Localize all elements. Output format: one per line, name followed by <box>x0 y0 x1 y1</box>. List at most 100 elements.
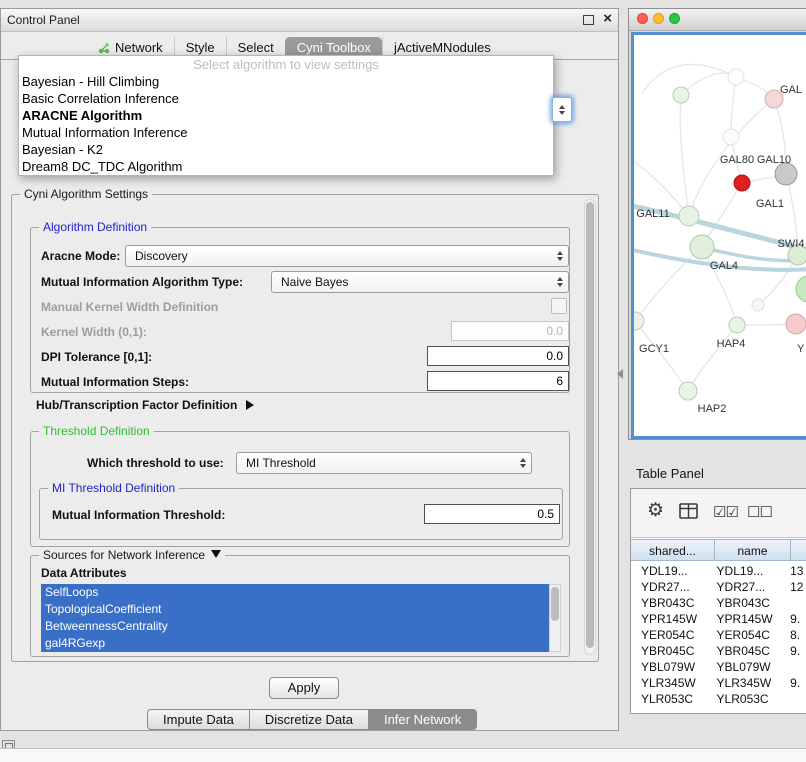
algorithm-combobox-button[interactable] <box>552 97 572 122</box>
bottom-tab-impute-data[interactable]: Impute Data <box>147 709 250 730</box>
aracne-mode-select[interactable]: Discovery <box>125 245 569 267</box>
graph-label-gal80[interactable]: GAL80 <box>720 154 754 166</box>
graph-node-hap4[interactable] <box>729 317 745 333</box>
dropdown-item-bayesian-hill-climbing[interactable]: Bayesian - Hill Climbing <box>19 73 553 90</box>
dropdown-item-bayesian-k2[interactable]: Bayesian - K2 <box>19 141 553 158</box>
graph-label-hap2[interactable]: HAP2 <box>698 403 727 415</box>
mi-steps-input[interactable] <box>427 371 569 391</box>
sources-group: Sources for Network Inference Data Attri… <box>30 555 570 657</box>
dropdown-placeholder: Select algorithm to view settings <box>19 56 553 73</box>
table-row[interactable]: YBR045CYBR045C9. <box>631 643 806 659</box>
graph-node-red[interactable] <box>734 175 750 191</box>
network-window-titlebar[interactable] <box>629 9 806 31</box>
network-canvas[interactable]: GAL GAL80 GAL10 GAL11 GAL1 SWI4 GAL4 GCY… <box>631 32 806 439</box>
graph-label-swi4[interactable]: SWI4 <box>778 238 805 250</box>
graph-node-hap2[interactable] <box>679 382 697 400</box>
apply-button[interactable]: Apply <box>269 677 339 699</box>
dropdown-item-dream8[interactable]: Dream8 DC_TDC Algorithm <box>19 158 553 175</box>
cell-name: YDR27... <box>715 579 791 595</box>
algorithm-definition-group: Algorithm Definition Aracne Mode: Discov… <box>30 227 570 393</box>
cell-name: YBR043C <box>715 595 791 611</box>
graph-node-unlabeled[interactable] <box>728 69 744 85</box>
graph-label-gal[interactable]: GAL <box>780 84 802 96</box>
mac-zoom-button[interactable] <box>669 13 680 24</box>
graph-node-gal4[interactable] <box>690 235 714 259</box>
attribute-list-scrollbar-thumb[interactable] <box>551 587 559 621</box>
dropdown-item-basic-correlation[interactable]: Basic Correlation Inference <box>19 90 553 107</box>
table-row[interactable]: YBL079WYBL079W <box>631 659 806 675</box>
cell-shared-name: YLR053C <box>631 691 715 707</box>
graph-node-unlabeled[interactable] <box>796 276 806 302</box>
dropdown-item-aracne[interactable]: ARACNE Algorithm <box>19 107 553 124</box>
column-header-cut[interactable] <box>791 539 806 561</box>
manual-kernel-checkbox[interactable] <box>551 298 567 314</box>
table-row[interactable]: YDL19...YDL19...13 <box>631 563 806 579</box>
graph-label-gal11[interactable]: GAL11 <box>636 208 669 220</box>
cell-name: YPR145W <box>715 611 791 627</box>
cell-name: YLR053C <box>715 691 791 707</box>
attribute-item-topologicalcoefficient[interactable]: TopologicalCoefficient <box>41 601 549 618</box>
graph-node-pink[interactable] <box>786 314 806 334</box>
column-header-shared-name[interactable]: shared... <box>631 539 715 561</box>
algorithm-dropdown-popup: Select algorithm to view settings Bayesi… <box>18 55 554 176</box>
deselect-all-icon[interactable]: ☐☐ <box>747 503 772 521</box>
mi-type-select[interactable]: Naive Bayes <box>271 271 569 293</box>
bottom-tab-infer-network[interactable]: Infer Network <box>369 709 477 730</box>
graph-node-gal10[interactable] <box>775 163 797 185</box>
close-icon[interactable]: × <box>603 10 612 27</box>
sources-toggle[interactable]: Sources for Network Inference <box>39 548 225 562</box>
which-threshold-select[interactable]: MI Threshold <box>236 452 532 474</box>
columns-icon[interactable] <box>679 503 698 524</box>
table-panel-tab[interactable]: Table Panel <box>636 466 704 481</box>
dropdown-item-mutual-information[interactable]: Mutual Information Inference <box>19 124 553 141</box>
graph-label-hap4[interactable]: HAP4 <box>717 338 746 350</box>
attribute-item-betweennesscentrality[interactable]: BetweennessCentrality <box>41 618 549 635</box>
table-row[interactable]: YLR345WYLR345W9. <box>631 675 806 691</box>
attribute-item-gal4rgexp[interactable]: gal4RGexp <box>41 635 549 652</box>
table-row[interactable]: YLR053CYLR053C <box>631 691 806 707</box>
table-row[interactable]: YDR27...YDR27...12 <box>631 579 806 595</box>
table-row[interactable]: YER054CYER054C8. <box>631 627 806 643</box>
cell-name: YBL079W <box>715 659 791 675</box>
table-row[interactable]: YBR043CYBR043C <box>631 595 806 611</box>
graph-node-unlabeled[interactable] <box>673 87 689 103</box>
table-row[interactable]: YPR145WYPR145W9. <box>631 611 806 627</box>
graph-label-gcy1[interactable]: GCY1 <box>639 343 669 355</box>
cell-shared-name: YBL079W <box>631 659 715 675</box>
mi-threshold-input[interactable] <box>424 504 560 524</box>
gear-icon[interactable]: ⚙ <box>647 499 664 522</box>
control-panel-titlebar[interactable]: Control Panel × <box>1 9 618 32</box>
float-window-icon[interactable] <box>583 15 594 25</box>
table-toolbar: ⚙ ☑☑ ☐☐ <box>631 489 806 538</box>
combo-arrows-icon <box>515 458 531 468</box>
graph-node-gal11[interactable] <box>679 206 699 226</box>
graph-node-unlabeled[interactable] <box>723 129 739 145</box>
combo-arrows-icon <box>552 277 568 287</box>
graph-label-gal10[interactable]: GAL10 <box>757 154 791 166</box>
mac-minimize-button[interactable] <box>653 13 664 24</box>
cyni-algorithm-settings-group: Cyni Algorithm Settings Algorithm Defini… <box>11 194 599 662</box>
hub-section-toggle[interactable]: Hub/Transcription Factor Definition <box>36 398 254 412</box>
graph-node-unlabeled[interactable] <box>752 299 764 311</box>
which-threshold-value: MI Threshold <box>246 456 515 470</box>
splitter-handle[interactable] <box>617 369 623 379</box>
attribute-list-scrollbar[interactable] <box>549 584 561 652</box>
graph-label-gal4[interactable]: GAL4 <box>710 260 738 272</box>
column-header-name[interactable]: name <box>715 539 791 561</box>
bottom-tab-discretize-data[interactable]: Discretize Data <box>250 709 369 730</box>
graph-node-gcy1[interactable] <box>634 312 644 330</box>
kernel-width-input[interactable] <box>451 321 569 341</box>
cell-value: 9. <box>790 675 806 691</box>
table-body: YDL19...YDL19...13 YDR27...YDR27...12 YB… <box>631 563 806 707</box>
table-panel-window: ⚙ ☑☑ ☐☐ shared... name YDL19...YDL19...1… <box>630 488 806 714</box>
combo-down-arrow-icon <box>559 111 565 115</box>
attribute-item-selfloops[interactable]: SelfLoops <box>41 584 549 601</box>
graph-label-y[interactable]: Y <box>797 343 805 355</box>
mac-close-button[interactable] <box>637 13 648 24</box>
dpi-tolerance-input[interactable] <box>427 346 569 366</box>
select-all-icon[interactable]: ☑☑ <box>713 503 738 521</box>
horizontal-scrollbar[interactable] <box>0 748 806 762</box>
settings-scrollbar[interactable] <box>584 199 596 655</box>
settings-scrollbar-thumb[interactable] <box>586 202 594 648</box>
graph-label-gal1[interactable]: GAL1 <box>756 198 784 210</box>
